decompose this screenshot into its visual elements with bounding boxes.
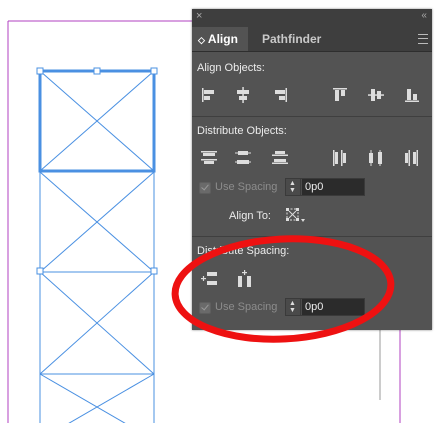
red-annotation-ellipse — [171, 235, 395, 343]
